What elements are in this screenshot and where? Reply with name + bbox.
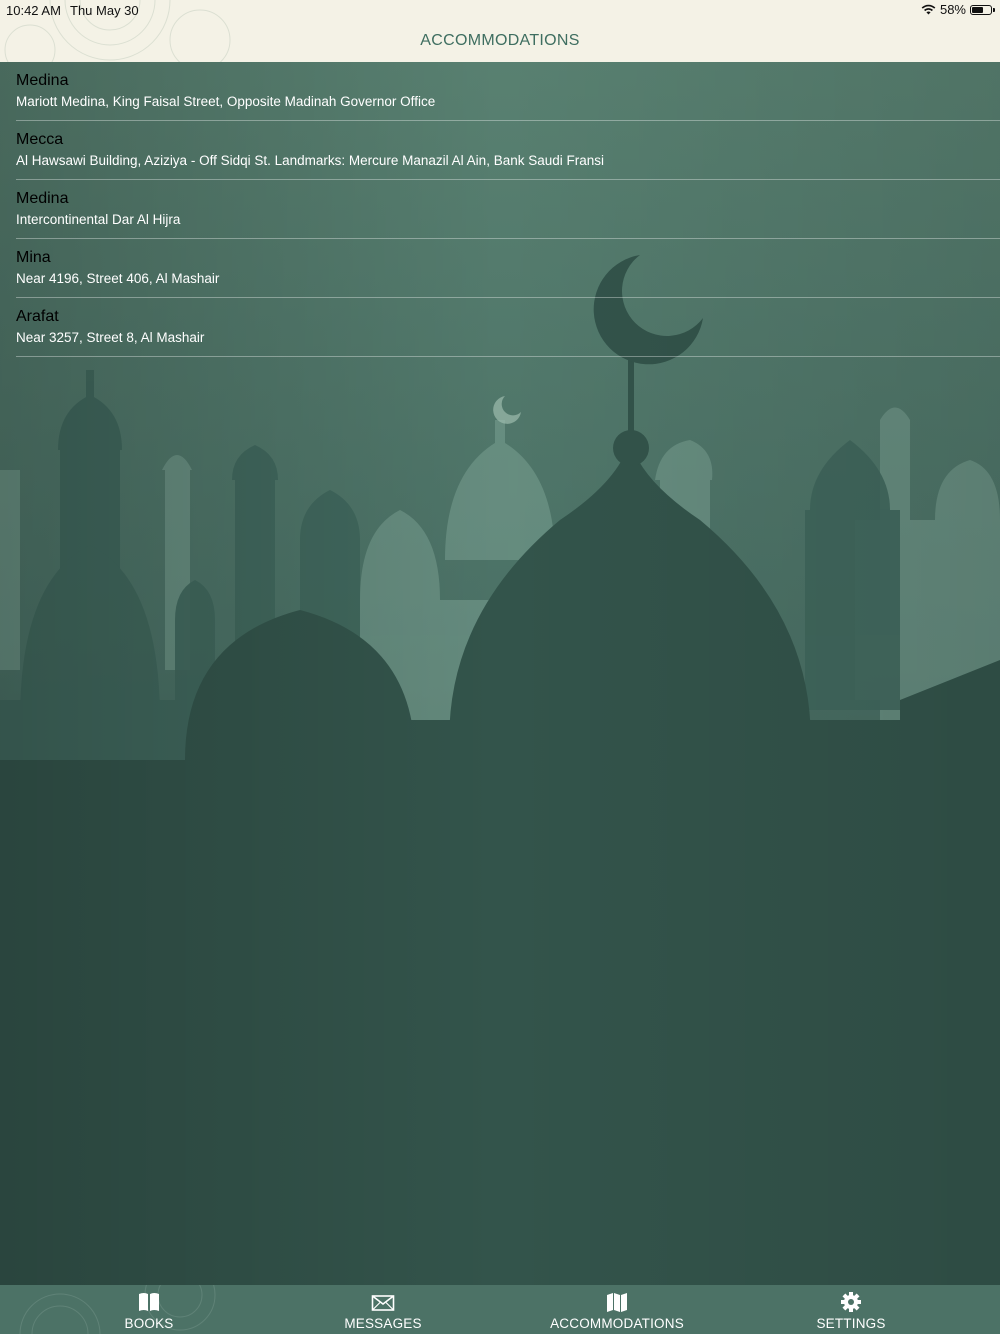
battery-percent: 58%	[939, 2, 966, 17]
accommodation-address: Mariott Medina, King Faisal Street, Oppo…	[16, 94, 436, 109]
tab-messages[interactable]: MESSAGES	[283, 1285, 483, 1334]
list-item[interactable]: Mecca Al Hawsawi Building, Aziziya - Off…	[16, 121, 1000, 180]
accommodation-city: Arafat	[16, 308, 59, 325]
accommodation-city: Medina	[16, 190, 69, 207]
page-title: ACCOMMODATIONS	[420, 32, 580, 49]
tab-label: MESSAGES	[344, 1316, 422, 1331]
list-item[interactable]: Mina Near 4196, Street 406, Al Mashair	[16, 239, 1000, 298]
tab-bar: BOOKS MESSAGES ACCOMMODATIONS SETTINGS	[0, 1285, 1000, 1334]
tab-label: ACCOMMODATIONS	[550, 1316, 684, 1331]
list-item[interactable]: Medina Mariott Medina, King Faisal Stree…	[16, 62, 1000, 121]
accommodation-city: Mecca	[16, 131, 64, 148]
accommodation-address: Near 3257, Street 8, Al Mashair	[16, 330, 205, 345]
tab-label: BOOKS	[124, 1316, 174, 1331]
map-icon	[607, 1293, 627, 1312]
list-item[interactable]: Arafat Near 3257, Street 8, Al Mashair	[16, 298, 1000, 357]
list-item[interactable]: Medina Intercontinental Dar Al Hijra	[16, 180, 1000, 239]
wifi-icon	[921, 4, 936, 15]
tab-accommodations[interactable]: ACCOMMODATIONS	[517, 1285, 717, 1334]
accommodations-list: Medina Mariott Medina, King Faisal Stree…	[0, 62, 1000, 357]
status-bar: 10:42 AM Thu May 30 58%	[0, 0, 1000, 22]
accommodation-address: Near 4196, Street 406, Al Mashair	[16, 271, 220, 286]
accommodation-city: Mina	[16, 249, 51, 266]
accommodation-city: Medina	[16, 72, 69, 89]
accommodation-address: Intercontinental Dar Al Hijra	[16, 212, 181, 227]
status-date: Thu May 30	[70, 3, 139, 18]
gear-icon	[841, 1292, 861, 1312]
battery-icon	[970, 4, 995, 15]
accommodation-address: Al Hawsawi Building, Aziziya - Off Sidqi…	[16, 153, 605, 168]
envelope-icon	[371, 1295, 395, 1311]
tab-label: SETTINGS	[816, 1316, 886, 1331]
tab-settings[interactable]: SETTINGS	[751, 1285, 951, 1334]
tab-books[interactable]: BOOKS	[49, 1285, 249, 1334]
status-time: 10:42 AM	[6, 3, 61, 18]
book-icon	[139, 1293, 159, 1311]
